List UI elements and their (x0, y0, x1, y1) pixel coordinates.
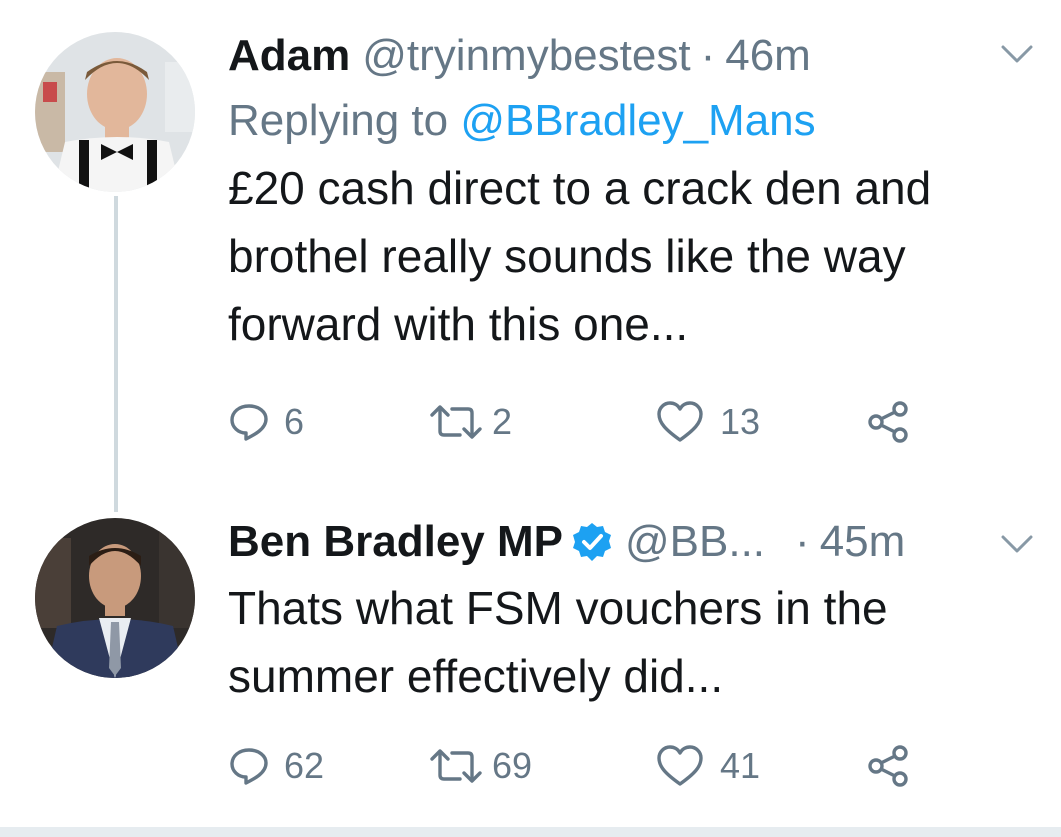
tweet-header: Ben Bradley MP @BB... · 45m (228, 514, 1061, 570)
replying-to-line: Replying to @BBradley_Mans (228, 96, 1061, 152)
tweet-text: £20 cash direct to a crack den and broth… (228, 162, 932, 350)
like-button[interactable]: 41 (656, 744, 864, 788)
author-handle[interactable]: @BB... (625, 517, 765, 567)
replying-to-label: Replying to (228, 96, 449, 145)
retweet-icon (430, 405, 482, 439)
retweet-icon (430, 749, 482, 783)
bottom-divider (0, 827, 1061, 837)
retweet-button[interactable]: 2 (428, 401, 656, 443)
like-icon (657, 401, 703, 442)
separator-dot: · (795, 517, 810, 566)
chevron-down-icon[interactable] (999, 526, 1035, 562)
tweet-actions: 6 2 13 (228, 400, 912, 444)
author-name[interactable]: Ben Bradley MP (228, 517, 563, 567)
share-button[interactable] (864, 400, 912, 444)
separator-dot: · (700, 31, 716, 80)
tweet[interactable]: Adam @tryinmybestest · 46m Replying to @… (228, 28, 1061, 358)
timestamp[interactable]: 46m (725, 31, 811, 81)
share-button[interactable] (864, 744, 912, 788)
avatar[interactable] (35, 518, 195, 678)
avatar-adam-image (35, 32, 195, 192)
timestamp[interactable]: 45m (820, 517, 906, 567)
chevron-down-icon[interactable] (999, 36, 1035, 72)
tweet-text: Thats what FSM vouchers in the summer ef… (228, 582, 888, 702)
thread-connector-line (114, 196, 118, 512)
avatar-ben-image (35, 518, 195, 678)
like-count: 13 (720, 401, 761, 442)
author-name[interactable]: Adam (228, 31, 350, 81)
reply-icon (230, 404, 268, 441)
tweet-header: Adam @tryinmybestest · 46m (228, 28, 1061, 84)
avatar[interactable] (35, 32, 195, 192)
share-icon (868, 745, 908, 787)
reply-count: 6 (284, 401, 305, 442)
tweet[interactable]: Ben Bradley MP @BB... · 45m Thats what F… (228, 514, 1061, 710)
like-count: 41 (720, 745, 761, 786)
reply-icon (230, 748, 268, 785)
like-button[interactable]: 13 (656, 400, 864, 444)
share-icon (868, 401, 908, 443)
reply-count: 62 (284, 745, 325, 786)
verified-badge-icon (572, 523, 611, 561)
author-handle[interactable]: @tryinmybestest (362, 31, 690, 81)
retweet-count: 69 (492, 745, 533, 786)
tweet-actions: 62 69 41 (228, 744, 912, 788)
reply-button[interactable]: 6 (228, 401, 428, 443)
retweet-button[interactable]: 69 (428, 745, 656, 787)
reply-button[interactable]: 62 (228, 745, 428, 787)
replying-to-handle-link[interactable]: @BBradley_Mans (460, 96, 815, 145)
retweet-count: 2 (492, 401, 513, 442)
like-icon (657, 745, 703, 786)
